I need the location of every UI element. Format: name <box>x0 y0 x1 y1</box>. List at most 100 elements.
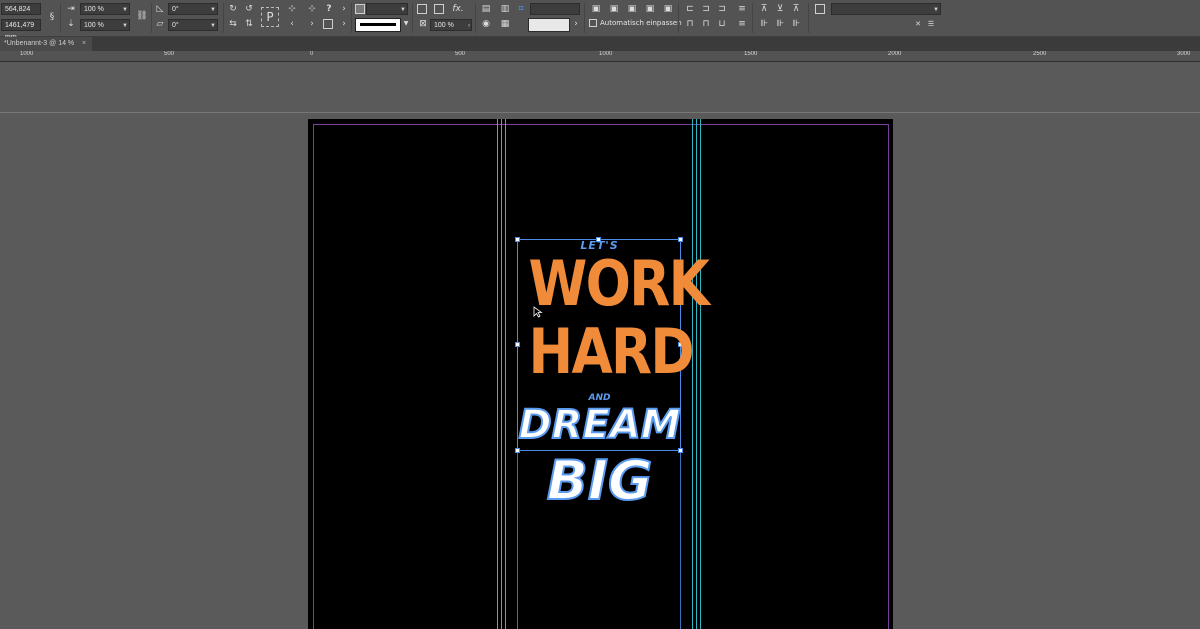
y-position-field[interactable]: 1461,479 mm <box>1 19 41 41</box>
rotation-field[interactable]: 0° ▼ <box>168 3 218 15</box>
object-size-icon[interactable] <box>417 4 427 14</box>
align-stroke-icon[interactable]: ▤ <box>480 3 492 15</box>
close-tab-icon[interactable]: × <box>82 37 86 51</box>
corner-size-field[interactable] <box>530 3 580 15</box>
opacity-value: 100 % <box>434 22 454 29</box>
artwork-big: BIG <box>546 449 654 512</box>
artwork-work: WORK <box>528 247 710 320</box>
effects-fx-icon[interactable]: fx. <box>452 3 464 15</box>
shear-field[interactable]: 0° ▼ <box>168 19 218 31</box>
opacity-field[interactable]: 100 % › <box>430 19 472 31</box>
constrain-proportions-icon[interactable]: ⛓ <box>136 10 148 22</box>
select-previous-icon[interactable]: ‹ <box>286 18 298 30</box>
ruler-label: 1000 <box>20 51 34 57</box>
scale-y-value: 100 % <box>84 22 104 29</box>
align-center-h-icon[interactable]: ⊐ <box>700 3 712 15</box>
document-page[interactable]: LET'S WORK HARD AND DREAM BIG <box>308 119 893 629</box>
rotate-ccw-icon[interactable]: ↺ <box>243 3 255 15</box>
scale-x-value: 100 % <box>84 6 104 13</box>
fill-frame-icon[interactable]: ▣ <box>626 3 638 15</box>
fill-swatch-icon[interactable] <box>355 4 365 14</box>
ruler-label: 500 <box>455 51 466 57</box>
distribute-v-bottom-icon[interactable]: ⊼ <box>790 3 802 15</box>
horizontal-ruler[interactable]: 1000 500 0 500 1000 1500 2000 2500 3000 <box>0 51 1200 62</box>
ruler-label: 1500 <box>744 51 758 57</box>
document-tab[interactable]: *Unbenannt-3 @ 14 % × <box>0 37 92 51</box>
shear-value: 0° <box>172 22 179 29</box>
distribute-h-right-icon[interactable]: ⊪ <box>790 18 802 30</box>
expand-arrow-icon[interactable]: › <box>338 3 350 15</box>
content-aware-fit-icon[interactable]: ▣ <box>662 3 674 15</box>
panel-options-icon[interactable]: ☰ <box>925 18 937 30</box>
object-style-swatch[interactable] <box>528 18 570 32</box>
align-top-icon[interactable]: ⊓ <box>684 18 696 30</box>
opacity-icon: ⊠ <box>419 19 427 29</box>
ruler-label: 500 <box>164 51 175 57</box>
align-left-icon[interactable]: ⊏ <box>684 3 696 15</box>
distribute-h-center-icon[interactable]: ⊪ <box>774 18 786 30</box>
object-style-arrow-icon[interactable]: › <box>570 18 582 30</box>
expand-arrow-2-icon[interactable]: › <box>338 18 350 30</box>
column-guide <box>501 119 502 629</box>
distribute-h-left-icon[interactable]: ⊪ <box>758 18 770 30</box>
tab-bar: *Unbenannt-3 @ 14 % × <box>0 37 1200 51</box>
ruler-label: 2500 <box>1033 51 1047 57</box>
auto-fit-checkbox[interactable] <box>589 19 597 27</box>
align-right-icon[interactable]: ⊐ <box>716 3 728 15</box>
stroke-dropdown-arrow-icon[interactable]: ▼ <box>400 18 412 30</box>
ruler-label: 3000 <box>1177 51 1191 57</box>
height-icon: ⇣ <box>67 19 75 29</box>
distribute-top-icon[interactable]: ≡ <box>736 3 748 15</box>
artwork-group[interactable]: LET'S WORK HARD AND DREAM BIG <box>517 239 710 629</box>
rotate-cw-icon[interactable]: ↻ <box>227 3 239 15</box>
shear-angle-icon: ▱ <box>156 19 164 29</box>
column-guide <box>696 119 697 629</box>
fit-frame-icon[interactable]: ▣ <box>608 3 620 15</box>
object-style-dropdown[interactable]: ▼ <box>831 3 941 15</box>
stroke-type-dropdown[interactable] <box>355 18 401 32</box>
fit-content-icon[interactable]: ▣ <box>590 3 602 15</box>
distribute-v-top-icon[interactable]: ⊼ <box>758 3 770 15</box>
drop-shadow-icon[interactable] <box>434 4 444 14</box>
x-position-field[interactable]: 564,824 mm <box>1 3 41 25</box>
margin-guide-top <box>313 124 888 125</box>
reference-point-icon[interactable]: P <box>261 7 279 27</box>
frame-fitting-icon[interactable] <box>323 19 333 29</box>
clear-overrides-icon[interactable]: ✕ <box>912 18 924 30</box>
width-icon: ⇥ <box>67 4 75 14</box>
auto-fit-label: Automatisch einpassen <box>600 19 682 27</box>
margin-guide-right <box>888 124 889 629</box>
artwork-hard: HARD <box>528 315 695 388</box>
column-guide <box>505 119 506 629</box>
scale-y-field[interactable]: 100 % ▼ <box>80 19 130 31</box>
corner-icon[interactable]: ◉ <box>480 18 492 30</box>
margin-guide-left <box>313 124 314 629</box>
scale-x-field[interactable]: 100 % ▼ <box>80 3 130 15</box>
artwork-dream: DREAM <box>517 402 681 448</box>
flip-vertical-icon[interactable]: ⇅ <box>243 18 255 30</box>
select-content-icon[interactable]: ⊹ <box>306 3 318 15</box>
column-guide <box>497 119 498 629</box>
pasteboard[interactable] <box>0 62 1200 113</box>
document-tab-title: *Unbenannt-3 @ 14 % <box>4 40 75 47</box>
text-wrap-2-icon[interactable]: ▦ <box>499 18 511 30</box>
rotation-value: 0° <box>172 6 179 13</box>
ruler-label: 0 <box>310 51 314 57</box>
flip-horizontal-icon[interactable]: ⇆ <box>227 18 239 30</box>
constrain-link-icon[interactable]: § <box>46 11 58 23</box>
corner-options-icon[interactable]: ⌗ <box>515 3 527 15</box>
select-container-icon[interactable]: ⊹ <box>286 3 298 15</box>
help-icon[interactable]: ? <box>323 3 335 15</box>
select-next-icon[interactable]: › <box>306 18 318 30</box>
mouse-cursor-icon <box>533 306 543 318</box>
center-content-icon[interactable]: ▣ <box>644 3 656 15</box>
ruler-label: 2000 <box>888 51 902 57</box>
object-style-icon[interactable] <box>815 4 825 14</box>
text-wrap-icon[interactable]: ▥ <box>499 3 511 15</box>
align-bottom-icon[interactable]: ⊔ <box>716 18 728 30</box>
column-guide <box>700 119 701 629</box>
distribute-v-center-icon[interactable]: ⊻ <box>774 3 786 15</box>
align-middle-icon[interactable]: ⊓ <box>700 18 712 30</box>
distribute-bottom-icon[interactable]: ≡ <box>736 18 748 30</box>
stroke-weight-field[interactable]: ▼ <box>366 3 408 15</box>
